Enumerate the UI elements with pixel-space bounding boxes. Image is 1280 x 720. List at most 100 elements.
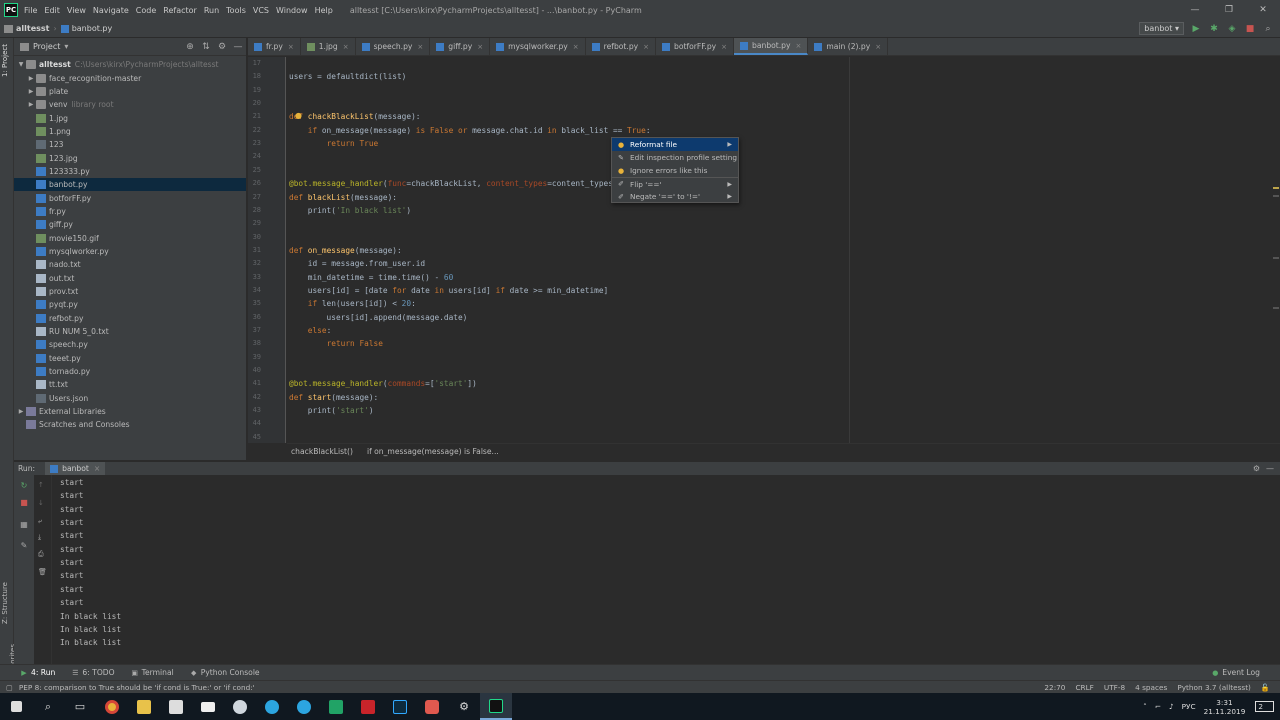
- close-icon[interactable]: ✕: [1246, 5, 1280, 15]
- mail-icon[interactable]: [192, 693, 224, 720]
- code-line[interactable]: id = message.from_user.id: [289, 259, 425, 268]
- code-line[interactable]: print('start'): [289, 406, 374, 415]
- tree-item[interactable]: tt.txt: [14, 378, 246, 391]
- code-line[interactable]: def chackBlackList(message):: [289, 112, 420, 121]
- code-line[interactable]: def on_message(message):: [289, 246, 402, 255]
- code-line[interactable]: if len(users[id]) < 20:: [289, 299, 416, 308]
- chrome-icon[interactable]: [96, 693, 128, 720]
- python-interpreter[interactable]: Python 3.7 (alltesst): [1177, 683, 1251, 692]
- app-icon[interactable]: [416, 693, 448, 720]
- gear-icon[interactable]: ⚙: [214, 42, 230, 52]
- menu-tools[interactable]: Tools: [226, 6, 246, 15]
- nav-project[interactable]: alltesst: [16, 24, 49, 33]
- code-line[interactable]: def blackList(message):: [289, 193, 397, 202]
- code-line[interactable]: else:: [289, 326, 331, 335]
- event-log-button[interactable]: ● Event Log: [1211, 668, 1260, 677]
- tray-chevron-icon[interactable]: ˄: [1143, 702, 1147, 711]
- project-tool-button[interactable]: 1: Project: [1, 44, 9, 77]
- collapse-icon[interactable]: ⇅: [198, 42, 214, 52]
- tree-item[interactable]: prov.txt: [14, 285, 246, 298]
- menu-navigate[interactable]: Navigate: [93, 6, 129, 15]
- menu-code[interactable]: Code: [136, 6, 156, 15]
- chevron-down-icon[interactable]: ▼: [16, 61, 26, 68]
- tree-item[interactable]: 123.jpg: [14, 151, 246, 164]
- telegram-icon[interactable]: [256, 693, 288, 720]
- minimize-icon[interactable]: —: [1178, 5, 1212, 15]
- bottom-tab[interactable]: ☰ 6: TODO: [71, 668, 114, 677]
- network-icon[interactable]: ⌐: [1155, 702, 1161, 711]
- close-icon[interactable]: ×: [477, 43, 483, 51]
- code-line[interactable]: def start(message):: [289, 393, 378, 402]
- gear-icon[interactable]: ⚙: [1253, 464, 1260, 473]
- editor-tab[interactable]: main (2).py ×: [808, 38, 889, 55]
- code-editor[interactable]: users = defaultdict(list) def chackBlackL…: [287, 57, 1280, 443]
- popup-item[interactable]: ● Reformat file ▶: [612, 138, 738, 151]
- popup-item[interactable]: ✐ Negate '==' to '!=' ▶: [612, 190, 738, 203]
- menu-view[interactable]: View: [67, 6, 86, 15]
- lock-icon[interactable]: 🔓: [1261, 683, 1270, 692]
- locate-icon[interactable]: ⊕: [182, 42, 198, 52]
- close-icon[interactable]: ×: [721, 43, 727, 51]
- steam-icon[interactable]: [224, 693, 256, 720]
- code-line[interactable]: users = defaultdict(list): [289, 72, 406, 81]
- structure-tool-button[interactable]: Z: Structure: [1, 582, 9, 624]
- arrow-down-icon[interactable]: ↓: [38, 499, 44, 507]
- code-line[interactable]: @bot.message_handler(func=chackBlackList…: [289, 179, 618, 188]
- tree-item[interactable]: out.txt: [14, 272, 246, 285]
- tree-item[interactable]: 123: [14, 138, 246, 151]
- rerun-icon[interactable]: ↻: [18, 481, 30, 490]
- tree-item[interactable]: pyqt.py: [14, 298, 246, 311]
- soft-wrap-icon[interactable]: ⤶: [38, 517, 42, 526]
- tree-item[interactable]: ▶ face_recognition-master: [14, 71, 246, 84]
- error-stripe-marker[interactable]: [1273, 257, 1279, 259]
- close-icon[interactable]: ×: [643, 43, 649, 51]
- arrow-up-icon[interactable]: ↑: [38, 481, 44, 489]
- pycharm-taskbar-icon[interactable]: [480, 693, 512, 720]
- tree-item[interactable]: RU NUM 5_0.txt: [14, 325, 246, 338]
- warning-marker[interactable]: [1273, 187, 1279, 189]
- close-icon[interactable]: ×: [573, 43, 579, 51]
- task-view-icon[interactable]: ▭: [64, 693, 96, 720]
- tree-item[interactable]: mysqlworker.py: [14, 245, 246, 258]
- editor-scrollbar[interactable]: [1272, 57, 1280, 443]
- nav-file[interactable]: banbot.py: [72, 24, 113, 33]
- error-stripe-marker[interactable]: [1273, 195, 1279, 197]
- close-icon[interactable]: ×: [875, 43, 881, 51]
- menu-edit[interactable]: Edit: [44, 6, 60, 15]
- tree-item[interactable]: tornado.py: [14, 365, 246, 378]
- coverage-icon[interactable]: ◈: [1226, 24, 1238, 34]
- close-icon[interactable]: ×: [288, 43, 294, 51]
- run-tab-banbot[interactable]: banbot ×: [45, 461, 106, 476]
- volume-icon[interactable]: ♪: [1169, 702, 1174, 711]
- notifications-icon[interactable]: 2: [1255, 701, 1274, 712]
- bottom-tab[interactable]: ▶ 4: Run: [20, 668, 55, 677]
- menu-file[interactable]: File: [24, 6, 37, 15]
- close-icon[interactable]: ×: [796, 42, 802, 50]
- keyboard-language[interactable]: РУС: [1182, 702, 1196, 711]
- filezilla-icon[interactable]: [352, 693, 384, 720]
- popup-item[interactable]: ✐ Flip '==' ▶: [612, 177, 738, 190]
- chevron-right-icon[interactable]: ▶: [26, 75, 36, 82]
- breadcrumb-function[interactable]: chackBlackList(): [291, 447, 353, 456]
- intention-bulb-icon[interactable]: ●: [295, 111, 302, 120]
- editor-tab[interactable]: fr.py ×: [248, 38, 301, 55]
- tree-item[interactable]: 1.png: [14, 125, 246, 138]
- tree-item[interactable]: nado.txt: [14, 258, 246, 271]
- tree-scratches[interactable]: Scratches and Consoles: [14, 418, 246, 431]
- debug-icon[interactable]: ✱: [1208, 24, 1220, 34]
- line-separator[interactable]: CRLF: [1075, 683, 1093, 692]
- code-line[interactable]: print('In black list'): [289, 206, 411, 215]
- store-icon[interactable]: [160, 693, 192, 720]
- tree-item[interactable]: fr.py: [14, 205, 246, 218]
- tree-root[interactable]: ▼ alltesst C:\Users\kirx\PycharmProjects…: [14, 58, 246, 71]
- menu-window[interactable]: Window: [276, 6, 308, 15]
- chevron-right-icon[interactable]: ▶: [727, 141, 732, 148]
- editor-tab[interactable]: botforFF.py ×: [656, 38, 735, 55]
- status-toggle-icon[interactable]: ▢: [6, 683, 13, 692]
- chevron-right-icon[interactable]: ▶: [727, 193, 732, 200]
- hide-icon[interactable]: —: [230, 42, 246, 52]
- file-encoding[interactable]: UTF-8: [1104, 683, 1125, 692]
- editor-tab[interactable]: giff.py ×: [430, 38, 491, 55]
- menu-refactor[interactable]: Refactor: [163, 6, 197, 15]
- menu-vcs[interactable]: VCS: [253, 6, 269, 15]
